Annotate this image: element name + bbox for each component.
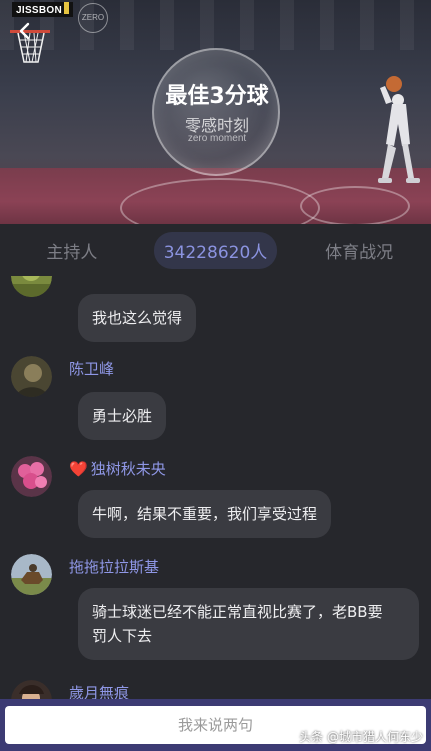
tab-host-label: 主持人 — [46, 242, 98, 263]
chat-message: 牛啊，结果不重要，我们享受过程 — [78, 490, 332, 538]
username-text: 独树秋未央 — [90, 460, 166, 478]
avatar[interactable] — [11, 456, 52, 497]
username[interactable]: ❤️ 独树秋未央 — [69, 458, 166, 479]
chat-message-line: 骑士球迷已经不能正常直视比赛了，老BB要 — [92, 603, 383, 621]
back-arrow-icon[interactable] — [16, 22, 34, 40]
chat-message: 骑士球迷已经不能正常直视比赛了，老BB要 罚人下去 — [78, 588, 419, 660]
tab-bar: 主持人 34228620人 体育战况 — [0, 224, 431, 276]
tab-viewers-label: 34228620人 — [153, 231, 278, 269]
tab-viewers[interactable]: 34228620人 — [144, 231, 288, 269]
username[interactable]: 拖拖拉拉斯基 — [69, 556, 159, 577]
brand-name: JISSBON — [16, 5, 63, 16]
video-subline-en: zero moment — [187, 133, 247, 144]
avatar[interactable] — [11, 356, 52, 397]
chat-list[interactable]: 我也这么觉得 陈卫峰 勇士必胜 ❤️ 独树秋未央 牛啊，结果不重要，我们享受过程 … — [0, 276, 431, 699]
heart-icon: ❤️ — [69, 460, 88, 478]
chat-message: 勇士必胜 — [78, 392, 167, 440]
avatar[interactable] — [11, 276, 52, 297]
avatar[interactable] — [11, 680, 52, 699]
chat-message-line: 罚人下去 — [92, 627, 153, 645]
watermark: 头条 @城市猎人何东少 — [299, 730, 423, 744]
brand-logo: JISSBON — [12, 2, 74, 17]
video-player[interactable]: JISSBON ZERO 最佳3分球 零感时刻 zero moment — [0, 0, 431, 224]
basketball-court — [0, 168, 431, 224]
username[interactable]: 歲月無痕 — [69, 682, 129, 699]
tab-sports-status[interactable]: 体育战况 — [287, 238, 431, 263]
tab-sports-status-label: 体育战况 — [325, 242, 394, 263]
chat-message: 我也这么觉得 — [78, 294, 197, 342]
tab-host[interactable]: 主持人 — [0, 238, 144, 263]
basketball-player-figure — [378, 76, 420, 183]
avatar[interactable] — [11, 554, 52, 595]
username[interactable]: 陈卫峰 — [69, 358, 114, 379]
zero-logo: ZERO — [78, 3, 108, 33]
video-headline: 最佳3分球 — [165, 84, 269, 109]
